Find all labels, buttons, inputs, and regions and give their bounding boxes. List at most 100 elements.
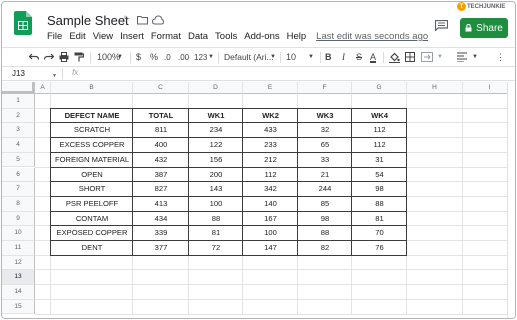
- table-cell[interactable]: 434: [133, 212, 189, 227]
- more-options-icon[interactable]: ⋮: [496, 51, 505, 64]
- table-cell[interactable]: 212: [243, 153, 298, 168]
- table-cell[interactable]: 156: [189, 153, 243, 168]
- row-header[interactable]: 5: [2, 152, 35, 168]
- table-cell[interactable]: 827: [133, 182, 189, 197]
- table-cell[interactable]: 167: [243, 212, 298, 227]
- column-header[interactable]: C: [133, 82, 189, 94]
- column-header[interactable]: H: [407, 82, 463, 94]
- table-cell[interactable]: 200: [189, 168, 243, 183]
- menu-view[interactable]: View: [93, 31, 113, 45]
- decrease-decimal-button[interactable]: .0: [164, 51, 171, 64]
- table-header-cell[interactable]: WK4: [352, 109, 407, 124]
- table-cell[interactable]: 234: [189, 123, 243, 138]
- currency-button[interactable]: $: [136, 51, 141, 64]
- table-cell[interactable]: CONTAM: [51, 212, 133, 227]
- table-header-cell[interactable]: DEFECT NAME: [51, 109, 133, 124]
- row-header[interactable]: 15: [2, 299, 35, 315]
- table-cell[interactable]: 112: [243, 168, 298, 183]
- comment-history-icon[interactable]: [435, 20, 448, 31]
- percent-button[interactable]: %: [150, 51, 158, 64]
- table-cell[interactable]: 85: [298, 197, 352, 212]
- last-edit-link[interactable]: Last edit was seconds ago: [316, 31, 428, 45]
- menu-edit[interactable]: Edit: [69, 31, 85, 45]
- vertical-scrollbar[interactable]: [507, 82, 515, 318]
- table-cell[interactable]: OPEN: [51, 168, 133, 183]
- select-all-corner[interactable]: [2, 82, 35, 94]
- row-header[interactable]: 2: [2, 108, 35, 124]
- table-cell[interactable]: 98: [298, 212, 352, 227]
- table-cell[interactable]: 433: [243, 123, 298, 138]
- table-header-cell[interactable]: WK3: [298, 109, 352, 124]
- menu-file[interactable]: File: [47, 31, 62, 45]
- merge-cells-icon[interactable]: [421, 52, 433, 62]
- table-cell[interactable]: 112: [352, 138, 407, 153]
- font-family-select[interactable]: Default (Ari...: [224, 51, 274, 64]
- table-cell[interactable]: 112: [352, 123, 407, 138]
- table-cell[interactable]: FOREIGN MATERIAL: [51, 153, 133, 168]
- table-cell[interactable]: 377: [133, 241, 189, 256]
- cloud-status-icon[interactable]: [152, 15, 164, 25]
- table-header-cell[interactable]: TOTAL: [133, 109, 189, 124]
- table-cell[interactable]: 88: [352, 197, 407, 212]
- table-cell[interactable]: 65: [298, 138, 352, 153]
- row-header[interactable]: 4: [2, 138, 35, 153]
- row-header[interactable]: 8: [2, 196, 35, 212]
- column-header[interactable]: B: [51, 82, 133, 94]
- undo-icon[interactable]: [29, 53, 39, 61]
- table-cell[interactable]: 811: [133, 123, 189, 138]
- table-cell[interactable]: 413: [133, 197, 189, 212]
- menu-tools[interactable]: Tools: [215, 31, 237, 45]
- table-cell[interactable]: 32: [298, 123, 352, 138]
- paint-format-icon[interactable]: [74, 52, 84, 62]
- more-formats-button[interactable]: 123: [194, 51, 207, 64]
- menu-format[interactable]: Format: [151, 31, 181, 45]
- table-header-cell[interactable]: WK2: [243, 109, 298, 124]
- table-cell[interactable]: 72: [189, 241, 243, 256]
- print-icon[interactable]: [59, 52, 69, 62]
- table-cell[interactable]: 70: [352, 226, 407, 241]
- row-header[interactable]: 9: [2, 211, 35, 227]
- table-cell[interactable]: 81: [189, 226, 243, 241]
- table-cell[interactable]: 400: [133, 138, 189, 153]
- column-header[interactable]: A: [35, 82, 51, 94]
- table-cell[interactable]: 387: [133, 168, 189, 183]
- table-cell[interactable]: EXPOSED COPPER: [51, 226, 133, 241]
- table-cell[interactable]: DENT: [51, 241, 133, 256]
- strikethrough-button[interactable]: S: [356, 51, 362, 64]
- sheets-logo-icon[interactable]: [14, 11, 32, 35]
- font-size-select[interactable]: 10: [286, 51, 296, 64]
- table-cell[interactable]: 233: [243, 138, 298, 153]
- star-icon[interactable]: ☆: [120, 13, 130, 27]
- table-cell[interactable]: 122: [189, 138, 243, 153]
- row-header[interactable]: 6: [2, 167, 35, 183]
- column-header[interactable]: E: [243, 82, 298, 94]
- table-cell[interactable]: 76: [352, 241, 407, 256]
- row-header[interactable]: 3: [2, 123, 35, 139]
- document-title[interactable]: Sample Sheet: [47, 13, 129, 28]
- table-cell[interactable]: SHORT: [51, 182, 133, 197]
- column-header[interactable]: F: [298, 82, 352, 94]
- table-cell[interactable]: PSR PEELOFF: [51, 197, 133, 212]
- menu-help[interactable]: Help: [287, 31, 307, 45]
- column-header[interactable]: G: [352, 82, 407, 94]
- table-cell[interactable]: 21: [298, 168, 352, 183]
- table-cell[interactable]: SCRATCH: [51, 123, 133, 138]
- table-cell[interactable]: 88: [189, 212, 243, 227]
- table-cell[interactable]: 81: [352, 212, 407, 227]
- table-cell[interactable]: 342: [243, 182, 298, 197]
- menu-data[interactable]: Data: [188, 31, 208, 45]
- table-cell[interactable]: 432: [133, 153, 189, 168]
- table-cell[interactable]: 54: [352, 168, 407, 183]
- italic-button[interactable]: I: [342, 51, 345, 64]
- move-folder-icon[interactable]: [137, 15, 148, 25]
- menu-insert[interactable]: Insert: [120, 31, 144, 45]
- bold-button[interactable]: B: [325, 51, 332, 64]
- table-cell[interactable]: EXCESS COPPER: [51, 138, 133, 153]
- row-header[interactable]: 13: [2, 270, 35, 286]
- row-header[interactable]: 12: [2, 255, 35, 271]
- increase-decimal-button[interactable]: .00: [178, 51, 189, 64]
- table-cell[interactable]: 98: [352, 182, 407, 197]
- table-cell[interactable]: 339: [133, 226, 189, 241]
- row-header[interactable]: 1: [2, 94, 35, 109]
- name-box[interactable]: J13: [12, 69, 25, 78]
